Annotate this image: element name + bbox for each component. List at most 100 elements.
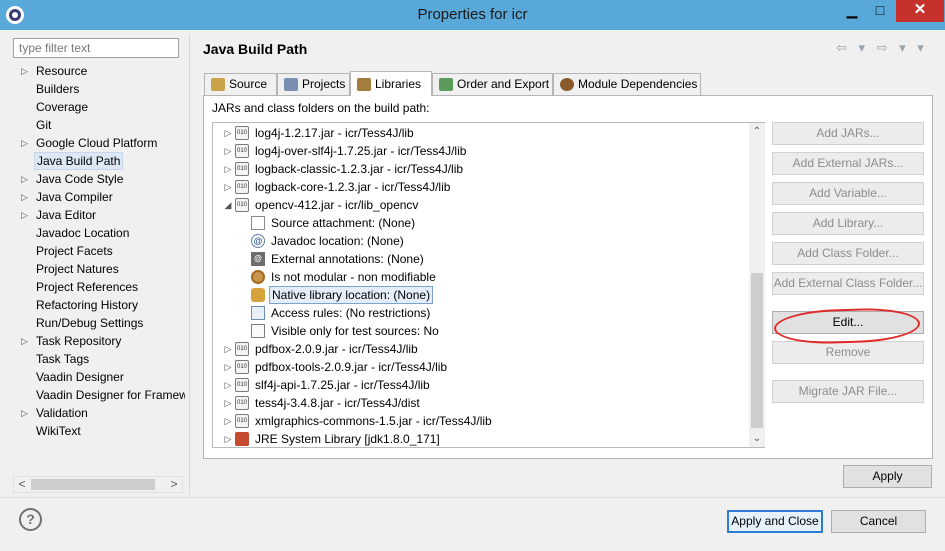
migrate-jar-file-button[interactable]: Migrate JAR File... [772, 380, 924, 403]
expand-arrow-icon[interactable]: ▷ [21, 188, 31, 206]
expand-arrow-icon[interactable]: ▷ [21, 170, 31, 188]
add-variable-button[interactable]: Add Variable... [772, 182, 924, 205]
expand-arrow-icon[interactable]: ▷ [21, 206, 31, 224]
add-jars-button[interactable]: Add JARs... [772, 122, 924, 145]
properties-nav-tree: ▷ Resource Builders Coverage Git ▷ Google Clou… [13, 62, 185, 478]
access-rules-icon [251, 306, 265, 320]
library-entry-label: pdfbox-tools-2.0.9.jar - icr/Tess4J/lib [255, 360, 448, 374]
nav-item-label: Project References [36, 280, 139, 294]
add-library-button[interactable]: Add Library... [772, 212, 924, 235]
projects-icon [284, 78, 298, 91]
tab-projects[interactable]: Projects [277, 73, 350, 95]
filter-input[interactable] [13, 38, 179, 58]
jar-icon [235, 180, 249, 194]
jar-icon [235, 360, 249, 374]
tab-label: Projects [302, 77, 346, 91]
expand-arrow-icon[interactable]: ▷ [21, 62, 31, 80]
native-library-icon [251, 288, 265, 302]
nav-item-label: Task Tags [36, 352, 90, 366]
library-entry-label: opencv-412.jar - icr/lib_opencv [255, 198, 419, 212]
apply-and-close-button[interactable]: Apply and Close [727, 510, 823, 533]
nav-item-label: Java Code Style [36, 172, 124, 186]
nav-horizontal-scrollbar[interactable]: < > [13, 476, 183, 493]
library-entry-label: logback-classic-1.2.3.jar - icr/Tess4J/l… [255, 162, 464, 176]
nav-item-label: Project Facets [36, 244, 113, 258]
tab-module-dependencies[interactable]: Module Dependencies [553, 73, 701, 95]
nav-item-label: Builders [36, 82, 80, 96]
tab-libraries[interactable]: Libraries [350, 71, 432, 96]
source-attachment-icon [251, 216, 265, 230]
expand-arrow-icon[interactable]: ▷ [21, 332, 31, 350]
expand-arrow-icon[interactable]: ▷ [223, 160, 233, 178]
footer-divider [0, 497, 945, 498]
scroll-left-arrow-icon[interactable]: < [14, 477, 30, 492]
nav-item-label: Java Compiler [36, 190, 113, 204]
library-entry-label: xmlgraphics-commons-1.5.jar - icr/Tess4J… [255, 414, 492, 428]
libraries-tree[interactable]: ▷ log4j-1.2.17.jar - icr/Tess4J/lib ▷ log4j… [212, 122, 765, 448]
nav-item-label: WikiText [36, 424, 81, 438]
tab-label: Libraries [375, 77, 422, 91]
tab-source[interactable]: Source [204, 73, 277, 95]
cancel-button[interactable]: Cancel [831, 510, 926, 533]
expand-arrow-icon[interactable]: ▷ [223, 124, 233, 142]
expand-arrow-icon[interactable]: ▷ [223, 178, 233, 196]
expand-arrow-icon[interactable]: ▷ [223, 340, 233, 358]
expand-arrow-icon[interactable]: ▷ [223, 394, 233, 412]
scroll-down-arrow-icon[interactable]: ⌄ [749, 430, 765, 447]
expand-arrow-icon[interactable]: ▷ [223, 142, 233, 160]
scroll-right-arrow-icon[interactable]: > [166, 477, 182, 492]
nav-item-label: Vaadin Designer for Framew [36, 388, 185, 402]
nav-item-label: Resource [36, 64, 88, 78]
jre-library-icon [235, 432, 249, 446]
jar-icon [235, 162, 249, 176]
jar-icon [235, 342, 249, 356]
nav-item-label: Refactoring History [36, 298, 139, 312]
maximize-button[interactable]: □ [866, 0, 894, 22]
expand-arrow-icon[interactable]: ▷ [223, 376, 233, 394]
library-entry-label: JRE System Library [jdk1.8.0_171] [255, 432, 440, 446]
scroll-up-arrow-icon[interactable]: ⌃ [749, 123, 765, 140]
library-entry-label: Is not modular - non modifiable [271, 270, 436, 284]
libraries-icon [357, 78, 371, 91]
collapse-arrow-icon[interactable]: ◢ [223, 196, 233, 214]
jar-icon [235, 378, 249, 392]
help-icon[interactable]: ? [19, 508, 42, 531]
add-external-class-folder-button[interactable]: Add External Class Folder... [772, 272, 924, 295]
apply-button[interactable]: Apply [843, 465, 932, 488]
nav-item-label: Java Editor [36, 208, 97, 222]
remove-button[interactable]: Remove [772, 341, 924, 364]
expand-arrow-icon[interactable]: ▷ [21, 404, 31, 422]
order-export-icon [439, 78, 453, 91]
library-entry-label: log4j-1.2.17.jar - icr/Tess4J/lib [255, 126, 414, 140]
nav-item-label: Google Cloud Platform [36, 136, 158, 150]
nav-item-label: Git [36, 118, 52, 132]
expand-arrow-icon[interactable]: ▷ [21, 134, 31, 152]
library-entry-label: Javadoc location: (None) [271, 234, 404, 248]
nav-item-label: Task Repository [36, 334, 122, 348]
nav-item-label: Vaadin Designer [36, 370, 124, 384]
nav-item-label: Run/Debug Settings [36, 316, 144, 330]
module-icon [560, 78, 574, 91]
jar-icon [235, 126, 249, 140]
tab-order-and-export[interactable]: Order and Export [432, 73, 553, 95]
library-entry-label: tess4j-3.4.8.jar - icr/Tess4J/dist [255, 396, 420, 410]
scroll-thumb[interactable] [31, 479, 155, 490]
minimize-button[interactable]: ▁ [838, 0, 866, 22]
expand-arrow-icon[interactable]: ▷ [223, 430, 233, 447]
expand-arrow-icon[interactable]: ▷ [223, 412, 233, 430]
expand-arrow-icon[interactable]: ▷ [223, 358, 233, 376]
add-class-folder-button[interactable]: Add Class Folder... [772, 242, 924, 265]
nav-item-label: Project Natures [36, 262, 119, 276]
page-title: Java Build Path [203, 41, 308, 57]
history-nav-arrows-icon[interactable]: ⇦ ▾ ⇨ ▾ ▾ [836, 40, 932, 56]
libraries-vertical-scrollbar[interactable]: ⌃ ⌄ [749, 123, 765, 447]
tab-label: Module Dependencies [578, 77, 698, 91]
jar-icon [235, 144, 249, 158]
jar-icon [235, 396, 249, 410]
window-title: Properties for icr [417, 6, 528, 23]
test-visibility-icon [251, 324, 265, 338]
scroll-thumb[interactable] [751, 273, 763, 428]
close-button[interactable]: ✕ [896, 0, 944, 22]
add-external-jars-button[interactable]: Add External JARs... [772, 152, 924, 175]
pane-splitter[interactable] [189, 34, 190, 495]
